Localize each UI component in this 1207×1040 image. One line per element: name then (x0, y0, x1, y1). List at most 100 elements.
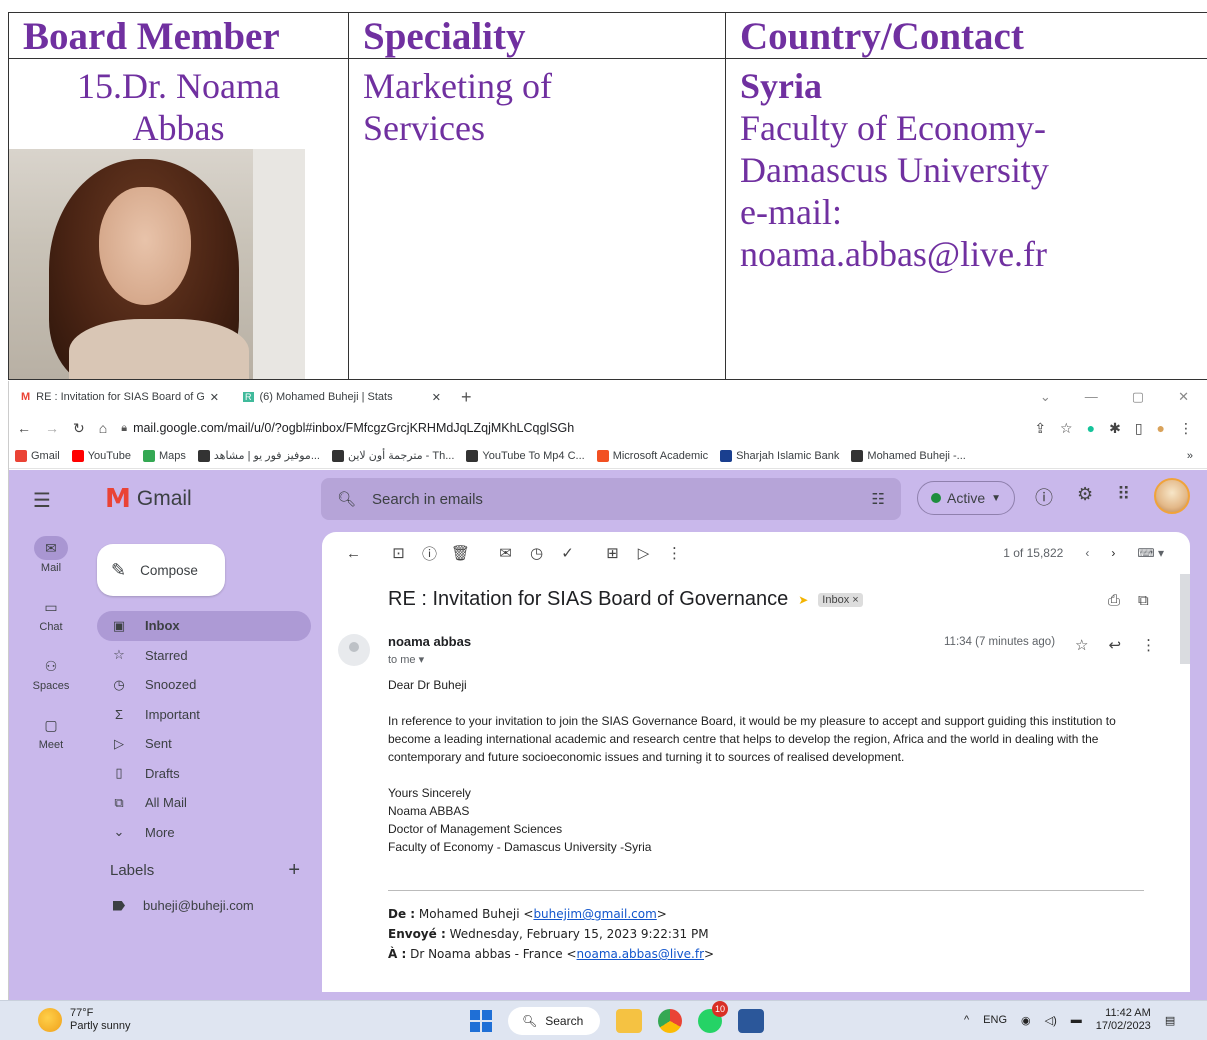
scrollbar[interactable] (1180, 574, 1190, 664)
restore-icon[interactable]: ▢ (1132, 389, 1144, 405)
nav-snoozed[interactable]: ◷ Snoozed (97, 670, 311, 700)
back-to-inbox-icon[interactable]: ← (338, 545, 369, 562)
more-options-icon[interactable]: ⋮ (659, 544, 690, 562)
mark-unread-icon[interactable]: ✉ (490, 544, 521, 562)
label-item[interactable]: buheji@buheji.com (113, 898, 254, 913)
bookmark-item[interactable]: Gmail (15, 449, 60, 462)
pagination: 1 of 15,822 ‹ › ⌨ ▾ (1003, 546, 1164, 560)
back-icon[interactable]: ← (17, 420, 31, 436)
tab-gmail[interactable]: M RE : Invitation for SIAS Board of G ✕ (9, 381, 231, 413)
nav-starred[interactable]: ☆ Starred (97, 641, 311, 671)
nav-inbox[interactable]: ▣ Inbox (97, 611, 311, 641)
signature-title: Doctor of Management Sciences (388, 822, 563, 836)
main-menu-icon[interactable]: ☰ (33, 488, 51, 513)
nav-sent[interactable]: ▷ Sent (97, 729, 311, 759)
bookmark-item[interactable]: YouTube (71, 449, 131, 462)
add-task-icon[interactable]: ✓ (552, 544, 583, 562)
inbox-label-chip[interactable]: Inbox × (818, 592, 863, 607)
file-explorer-icon[interactable] (616, 1009, 642, 1033)
gear-icon[interactable]: ⚙ (1077, 484, 1093, 510)
label-icon[interactable]: ▷ (628, 544, 659, 562)
gmail-logo[interactable]: M Gmail (105, 484, 192, 514)
member-name-line2: Abbas (132, 108, 225, 148)
bookmarks-overflow-icon[interactable]: » (1187, 450, 1201, 462)
nav-all-mail[interactable]: ⧉ All Mail (97, 788, 311, 818)
nav-drafts[interactable]: ▯ Drafts (97, 759, 311, 789)
tab-researchgate[interactable]: R (6) Mohamed Buheji | Stats ✕ (231, 381, 453, 413)
rail-meet[interactable]: ▢ Meet (9, 707, 93, 766)
nav-more[interactable]: ⌄ More (97, 818, 311, 848)
battery-icon[interactable]: ▬ (1071, 1014, 1082, 1026)
reply-icon[interactable]: ↩ (1108, 636, 1121, 654)
chevron-right-icon[interactable]: › (1111, 546, 1115, 560)
open-new-window-icon[interactable]: ⧉ (1138, 592, 1149, 609)
language-indicator[interactable]: ENG (983, 1014, 1007, 1026)
from-email-link[interactable]: buhejim@gmail.com (533, 907, 656, 921)
close-icon[interactable]: ✕ (210, 391, 219, 404)
tab-list-icon[interactable]: ⌄ (1040, 389, 1051, 405)
bookmark-item[interactable]: مترجمة أون لاين - Th... (331, 449, 454, 462)
new-tab-button[interactable]: + (453, 387, 480, 408)
grammarly-icon[interactable]: ● (1087, 420, 1095, 436)
chrome-icon[interactable] (658, 1009, 682, 1033)
header-icons: ⓘ ⚙ ⠿ (1035, 484, 1130, 510)
notifications-icon[interactable]: ▤ (1165, 1014, 1175, 1027)
account-avatar[interactable] (1154, 478, 1190, 514)
minimize-icon[interactable]: — (1085, 389, 1098, 405)
snooze-icon[interactable]: ◷ (521, 544, 552, 562)
search-bar[interactable]: 🔍︎ Search in emails ☷ (321, 478, 901, 520)
whatsapp-icon[interactable]: 10 (698, 1001, 728, 1033)
bookmark-item[interactable]: موفيز فور يو | مشاهد... (197, 449, 320, 462)
menu-icon[interactable]: ⋮ (1179, 420, 1193, 437)
side-panel-icon[interactable]: ▯ (1135, 420, 1143, 437)
close-window-icon[interactable]: ✕ (1178, 389, 1189, 405)
sender-name[interactable]: noama abbas (388, 634, 471, 649)
extensions-icon[interactable]: ✱ (1109, 420, 1121, 437)
rail-spaces[interactable]: ⚇ Spaces (9, 648, 93, 707)
clock[interactable]: 11:42 AM 17/02/2023 (1096, 1007, 1151, 1033)
bookmark-item[interactable]: Sharjah Islamic Bank (720, 449, 839, 462)
bookmark-item[interactable]: Mohamed Buheji -... (851, 449, 966, 462)
star-icon[interactable]: ☆ (1075, 636, 1088, 654)
print-icon[interactable]: ⎙ (1108, 592, 1120, 609)
chevron-up-icon[interactable]: ^ (964, 1014, 969, 1026)
archive-icon[interactable]: ⊡ (383, 544, 414, 562)
windows-start-icon[interactable] (470, 1010, 492, 1032)
search-icon[interactable]: 🔍︎ (337, 490, 356, 508)
weather-widget[interactable]: 77°F Partly sunny (38, 1007, 131, 1033)
volume-icon[interactable]: ◁) (1045, 1014, 1057, 1027)
bookmark-item[interactable]: YouTube To Mp4 C... (466, 449, 585, 462)
report-spam-icon[interactable]: ⓘ (414, 543, 445, 564)
bookmark-item[interactable]: Microsoft Academic (596, 449, 708, 462)
forward-icon[interactable]: → (45, 420, 59, 436)
rail-mail[interactable]: ✉ Mail (9, 530, 93, 589)
taskbar-search[interactable]: 🔍︎ Search (508, 1007, 600, 1035)
delete-icon[interactable]: 🗑︎ (445, 544, 476, 562)
recipient-toggle[interactable]: to me ▾ (388, 653, 424, 666)
help-icon[interactable]: ⓘ (1035, 484, 1053, 510)
bookmark-star-icon[interactable]: ☆ (1060, 420, 1073, 437)
search-options-icon[interactable]: ☷ (872, 490, 885, 508)
close-icon[interactable]: ✕ (432, 391, 441, 404)
word-icon[interactable] (738, 1009, 764, 1033)
search-input[interactable]: Search in emails (372, 491, 483, 508)
url-field[interactable]: 🔒︎ mail.google.com/mail/u/0/?ogbl#inbox/… (121, 421, 1020, 435)
add-label-icon[interactable]: + (288, 860, 300, 880)
wifi-icon[interactable]: ◉ (1021, 1014, 1031, 1027)
reload-icon[interactable]: ↻ (73, 420, 85, 437)
keyboard-icon[interactable]: ⌨ ▾ (1137, 546, 1164, 560)
apps-grid-icon[interactable]: ⠿ (1117, 484, 1130, 510)
compose-button[interactable]: ✎ Compose (97, 544, 225, 596)
more-options-icon[interactable]: ⋮ (1141, 636, 1156, 654)
rail-chat[interactable]: ▭ Chat (9, 589, 93, 648)
status-dropdown[interactable]: Active ▼ (917, 481, 1015, 515)
home-icon[interactable]: ⌂ (99, 420, 107, 436)
nav-important[interactable]: Σ Important (97, 700, 311, 730)
to-email-link[interactable]: noama.abbas@live.fr (577, 947, 704, 961)
bookmark-item[interactable]: Maps (142, 449, 186, 462)
share-icon[interactable]: ⇪ (1034, 420, 1046, 437)
important-marker-icon[interactable]: ➤ (798, 593, 808, 607)
move-to-icon[interactable]: ⊞ (597, 544, 628, 562)
chevron-left-icon[interactable]: ‹ (1085, 546, 1089, 560)
profile-icon[interactable]: ● (1157, 420, 1165, 436)
